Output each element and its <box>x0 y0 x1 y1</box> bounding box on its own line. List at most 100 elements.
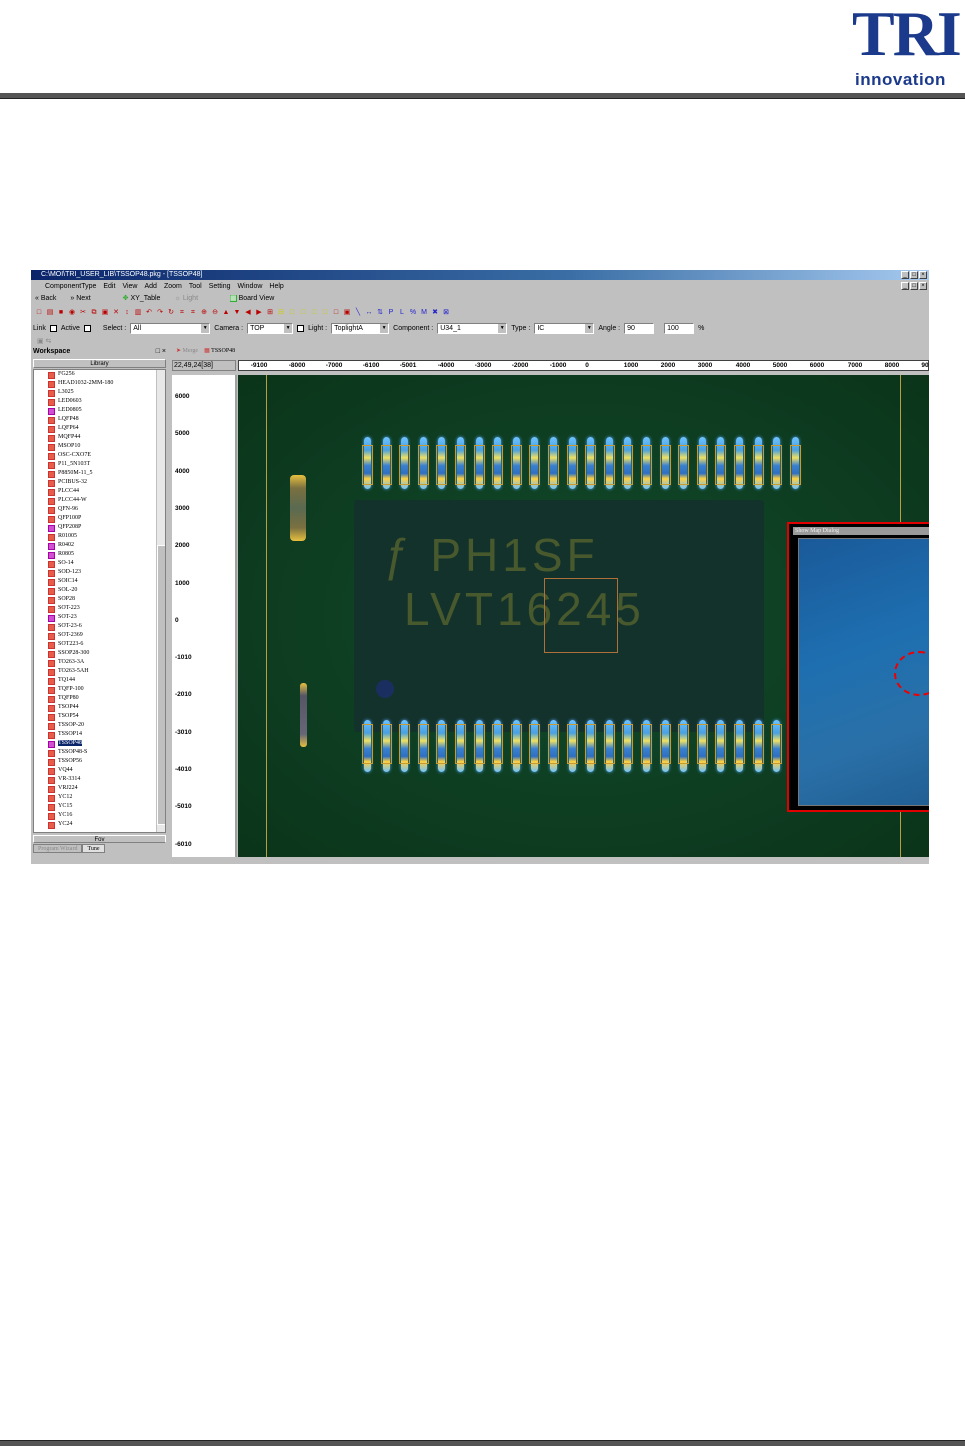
show-map-dialog[interactable]: Show Map Dialog <box>787 522 929 812</box>
menu-zoom[interactable]: Zoom <box>164 281 182 292</box>
library-item[interactable]: SOT-23 <box>34 614 165 623</box>
library-item[interactable]: R0805 <box>34 551 165 560</box>
box2-icon[interactable]: □ <box>299 309 307 317</box>
move-icon[interactable]: ↕ <box>123 309 131 317</box>
child-restore-button[interactable]: □ <box>910 282 918 290</box>
zoom-in-icon[interactable]: ⊕ <box>200 309 208 317</box>
menu-view[interactable]: View <box>122 281 137 292</box>
library-item[interactable]: QFP100P <box>34 515 165 524</box>
library-item[interactable]: FG256 <box>34 371 165 380</box>
grid-icon[interactable]: ⊞ <box>266 309 274 317</box>
next-button[interactable]: » Next <box>70 293 90 305</box>
library-item[interactable]: SO-14 <box>34 560 165 569</box>
dock-icons[interactable]: ▣ ⇆ <box>37 337 51 345</box>
menu-help[interactable]: Help <box>269 281 283 292</box>
fit2-icon[interactable]: ⌗ <box>189 309 197 317</box>
library-item[interactable]: TQFP80 <box>34 695 165 704</box>
fit-icon[interactable]: ⌗ <box>178 309 186 317</box>
camera-dropdown[interactable]: TOP ▼ <box>247 322 294 334</box>
library-item[interactable]: PLCC44 <box>34 488 165 497</box>
library-item[interactable]: PCIBUS-32 <box>34 479 165 488</box>
library-item[interactable]: LED0805 <box>34 407 165 416</box>
library-item[interactable]: LQFP48 <box>34 416 165 425</box>
active-checkbox[interactable] <box>83 324 91 332</box>
down-icon[interactable]: ▼ <box>233 309 241 317</box>
camera-checkbox[interactable] <box>297 324 305 332</box>
library-item[interactable]: TSSOP48-S <box>34 749 165 758</box>
light-button[interactable]: ☼ Light <box>174 293 198 305</box>
library-item[interactable]: SOIC14 <box>34 578 165 587</box>
library-item[interactable]: R01005 <box>34 533 165 542</box>
shrink-icon[interactable]: ✖ <box>431 309 439 317</box>
library-item[interactable]: LED0603 <box>34 398 165 407</box>
m-icon[interactable]: L <box>398 309 406 317</box>
delete-icon[interactable]: ✕ <box>112 309 120 317</box>
library-item[interactable]: TSSOP14 <box>34 731 165 740</box>
light-dropdown[interactable]: ToplightA ▼ <box>331 322 390 334</box>
box3-icon[interactable]: □ <box>310 309 318 317</box>
type-dropdown[interactable]: IC ▼ <box>534 322 595 334</box>
copy-icon[interactable]: ⧉ <box>90 309 98 317</box>
expand-icon[interactable]: M <box>420 309 428 317</box>
layer-icon[interactable]: ▥ <box>134 309 142 317</box>
cross-icon[interactable]: % <box>409 309 417 317</box>
library-item[interactable]: SOL-20 <box>34 587 165 596</box>
fov-header[interactable]: Fov <box>33 835 166 843</box>
board-view-button[interactable]: ▦ Board View <box>230 293 274 305</box>
library-item[interactable]: SOT-2369 <box>34 632 165 641</box>
rotate-icon[interactable]: ↻ <box>167 309 175 317</box>
library-item[interactable]: TSSOP-20 <box>34 722 165 731</box>
angle-input[interactable]: 90 <box>624 322 655 334</box>
library-item[interactable]: QFN-96 <box>34 506 165 515</box>
library-item[interactable]: SOT-223 <box>34 605 165 614</box>
percent-icon[interactable]: P <box>387 309 395 317</box>
library-item[interactable]: YC15 <box>34 803 165 812</box>
paste-icon[interactable]: ▣ <box>101 309 109 317</box>
library-item[interactable]: YC12 <box>34 794 165 803</box>
link-checkbox[interactable] <box>49 324 57 332</box>
camera-image[interactable]: ƒ PH1SF LVT16245 Show Map Dialog <box>238 375 929 857</box>
library-item[interactable]: TSSOP56 <box>34 758 165 767</box>
library-item[interactable]: SOD-123 <box>34 569 165 578</box>
scale-input[interactable]: 100 <box>664 322 695 334</box>
link-icon[interactable]: ⊟ <box>277 309 285 317</box>
library-item[interactable]: TSSOP48 <box>34 740 165 749</box>
library-item[interactable]: SSOP28-300 <box>34 650 165 659</box>
library-item[interactable]: TQ144 <box>34 677 165 686</box>
library-item[interactable]: MQFP44 <box>34 434 165 443</box>
undo-icon[interactable]: ↶ <box>145 309 153 317</box>
library-item[interactable]: TSOP44 <box>34 704 165 713</box>
library-item[interactable]: OSC-CXO7E <box>34 452 165 461</box>
component-dropdown[interactable]: U34_1 ▼ <box>437 322 508 334</box>
save-icon[interactable]: ■ <box>57 309 65 317</box>
xy-table-button[interactable]: ✥ XY_Table <box>123 293 161 305</box>
menu-window[interactable]: Window <box>238 281 263 292</box>
minimap-title[interactable]: Show Map Dialog <box>793 527 929 535</box>
right-icon[interactable]: ▶ <box>255 309 263 317</box>
library-item[interactable]: VQ44 <box>34 767 165 776</box>
menu-setting[interactable]: Setting <box>209 281 231 292</box>
menu-tool[interactable]: Tool <box>189 281 202 292</box>
library-item[interactable]: P11_5N103T <box>34 461 165 470</box>
tree-scrollbar[interactable] <box>156 370 165 832</box>
board-overview-image[interactable] <box>798 538 929 806</box>
tab-tssop48[interactable]: ▦ TSSOP48 <box>204 347 235 357</box>
scroll-thumb[interactable] <box>157 545 165 825</box>
library-item[interactable]: P8850M-11_5 <box>34 470 165 479</box>
left-icon[interactable]: ◀ <box>244 309 252 317</box>
panel-close-icon[interactable]: □ × <box>156 347 166 357</box>
library-item[interactable]: MSOP10 <box>34 443 165 452</box>
tab-merge[interactable]: ➤ Merge <box>176 347 198 357</box>
new-icon[interactable]: □ <box>35 309 43 317</box>
zoom-out-icon[interactable]: ⊖ <box>211 309 219 317</box>
box1-icon[interactable]: □ <box>288 309 296 317</box>
cut-icon[interactable]: ✂ <box>79 309 87 317</box>
open-icon[interactable]: ▤ <box>46 309 54 317</box>
library-item[interactable]: L3025 <box>34 389 165 398</box>
library-item[interactable]: VR-3314 <box>34 776 165 785</box>
library-item[interactable]: QFP208P <box>34 524 165 533</box>
child-close-button[interactable]: × <box>919 282 927 290</box>
library-item[interactable]: VRJ224 <box>34 785 165 794</box>
hdist-icon[interactable]: ╲ <box>354 309 362 317</box>
close-button[interactable]: × <box>919 271 927 279</box>
